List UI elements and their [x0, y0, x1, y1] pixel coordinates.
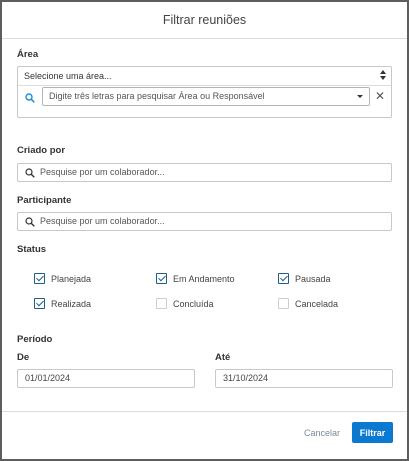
cancel-button[interactable]: Cancelar [304, 428, 340, 438]
modal-body: Área Selecione uma área... Digite três l… [2, 39, 407, 409]
checkbox-checked-icon [34, 273, 45, 284]
checkbox-checked-icon [34, 298, 45, 309]
created-by-placeholder: Pesquise por um colaborador... [40, 167, 165, 177]
status-checkbox-em-andamento[interactable]: Em Andamento [156, 273, 235, 284]
modal-header: Filtrar reuniões [2, 2, 407, 39]
status-label: Status [17, 244, 47, 255]
sort-arrows-icon [380, 70, 386, 82]
date-to-label: Até [215, 352, 231, 363]
status-option-label: Pausada [295, 273, 331, 284]
participant-placeholder: Pesquise por um colaborador... [40, 216, 165, 226]
search-icon [25, 93, 35, 103]
status-checkbox-planejada[interactable]: Planejada [34, 273, 91, 284]
checkbox-checked-icon [278, 273, 289, 284]
participant-label: Participante [17, 195, 72, 206]
status-option-label: Realizada [51, 298, 92, 309]
area-box: Selecione uma área... Digite três letras… [17, 66, 392, 118]
status-option-label: Cancelada [295, 298, 339, 309]
area-label: Área [17, 49, 39, 60]
created-by-search-input[interactable]: Pesquise por um colaborador... [17, 163, 392, 182]
chevron-down-icon [357, 95, 363, 98]
status-checkbox-pausada[interactable]: Pausada [278, 273, 331, 284]
area-search-placeholder: Digite três letras para pesquisar Área o… [49, 91, 265, 101]
date-to-input[interactable]: 31/10/2024 [215, 369, 393, 388]
date-from-value: 01/01/2024 [25, 373, 71, 383]
date-from-input[interactable]: 01/01/2024 [17, 369, 195, 388]
date-from-label: De [17, 352, 30, 363]
filter-meetings-modal: Filtrar reuniões Área Selecione uma área… [0, 0, 409, 461]
area-select[interactable]: Selecione uma área... [18, 67, 391, 86]
checkbox-unchecked-icon [156, 298, 167, 309]
search-icon [25, 168, 35, 178]
close-icon[interactable]: ✕ [375, 90, 385, 102]
modal-footer: Cancelar Filtrar [2, 411, 407, 459]
checkbox-unchecked-icon [278, 298, 289, 309]
status-option-label: Planejada [51, 273, 92, 284]
modal-title: Filtrar reuniões [162, 13, 247, 27]
status-option-label: Concluída [173, 298, 214, 309]
status-checkbox-realizada[interactable]: Realizada [34, 298, 91, 309]
filter-button[interactable]: Filtrar [352, 422, 393, 443]
created-by-label: Criado por [17, 145, 66, 156]
date-to-value: 31/10/2024 [223, 373, 269, 383]
area-select-value: Selecione uma área... [24, 71, 112, 81]
status-checkbox-concluida[interactable]: Concluída [156, 298, 214, 309]
participant-search-input[interactable]: Pesquise por um colaborador... [17, 212, 392, 231]
status-checkbox-cancelada[interactable]: Cancelada [278, 298, 338, 309]
status-option-label: Em Andamento [173, 273, 235, 284]
period-label: Período [17, 334, 53, 345]
checkbox-checked-icon [156, 273, 167, 284]
area-search-input[interactable]: Digite três letras para pesquisar Área o… [42, 87, 370, 106]
search-icon [25, 217, 35, 227]
